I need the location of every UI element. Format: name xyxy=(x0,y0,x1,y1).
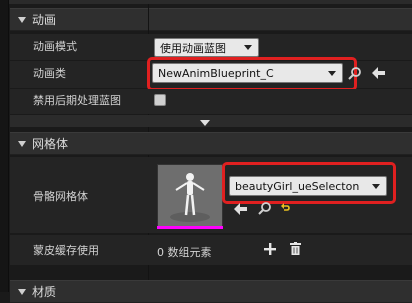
use-selected-arrow-icon[interactable] xyxy=(372,67,386,82)
skin-cache-label: 蒙皮缓存使用 xyxy=(33,244,99,257)
animation-mode-dropdown[interactable]: 使用动画蓝图 xyxy=(154,38,259,57)
add-element-icon[interactable] xyxy=(264,243,276,258)
advanced-expander[interactable] xyxy=(10,115,412,127)
highlight-box-animation-class xyxy=(147,57,357,91)
skin-cache-count: 0 数组元素 xyxy=(157,246,212,259)
disable-postprocess-checkbox[interactable] xyxy=(154,94,166,106)
collapse-arrow-icon[interactable] xyxy=(18,16,26,24)
animation-mode-value: 使用动画蓝图 xyxy=(160,41,226,55)
section-title-animation: 动画 xyxy=(32,13,57,27)
character-figure-icon xyxy=(170,173,210,222)
skeletal-mesh-thumbnail[interactable] xyxy=(157,164,223,228)
browse-search-icon[interactable] xyxy=(258,201,272,218)
skeletal-mesh-label: 骨骼网格体 xyxy=(33,190,88,203)
section-header-animation[interactable]: 动画 xyxy=(10,8,412,31)
section-header-mesh[interactable]: 网格体 xyxy=(10,132,412,155)
animation-class-label: 动画类 xyxy=(33,67,66,80)
section-title-mesh: 网格体 xyxy=(32,137,69,151)
use-selected-arrow-icon[interactable] xyxy=(234,203,248,218)
chevron-down-icon xyxy=(244,45,252,50)
reset-to-default-icon[interactable] xyxy=(281,203,291,216)
trash-icon[interactable] xyxy=(290,242,301,258)
left-gutter xyxy=(0,0,9,292)
top-strip xyxy=(0,0,412,4)
thumbnail-asset-bar xyxy=(157,226,223,229)
expand-down-icon[interactable] xyxy=(200,117,210,130)
highlight-box-skeletal-mesh xyxy=(222,162,396,204)
collapse-arrow-icon[interactable] xyxy=(18,140,26,148)
animation-mode-label: 动画模式 xyxy=(33,40,77,53)
disable-postprocess-label: 禁用后期处理蓝图 xyxy=(33,94,121,107)
browse-search-icon[interactable] xyxy=(348,66,362,83)
